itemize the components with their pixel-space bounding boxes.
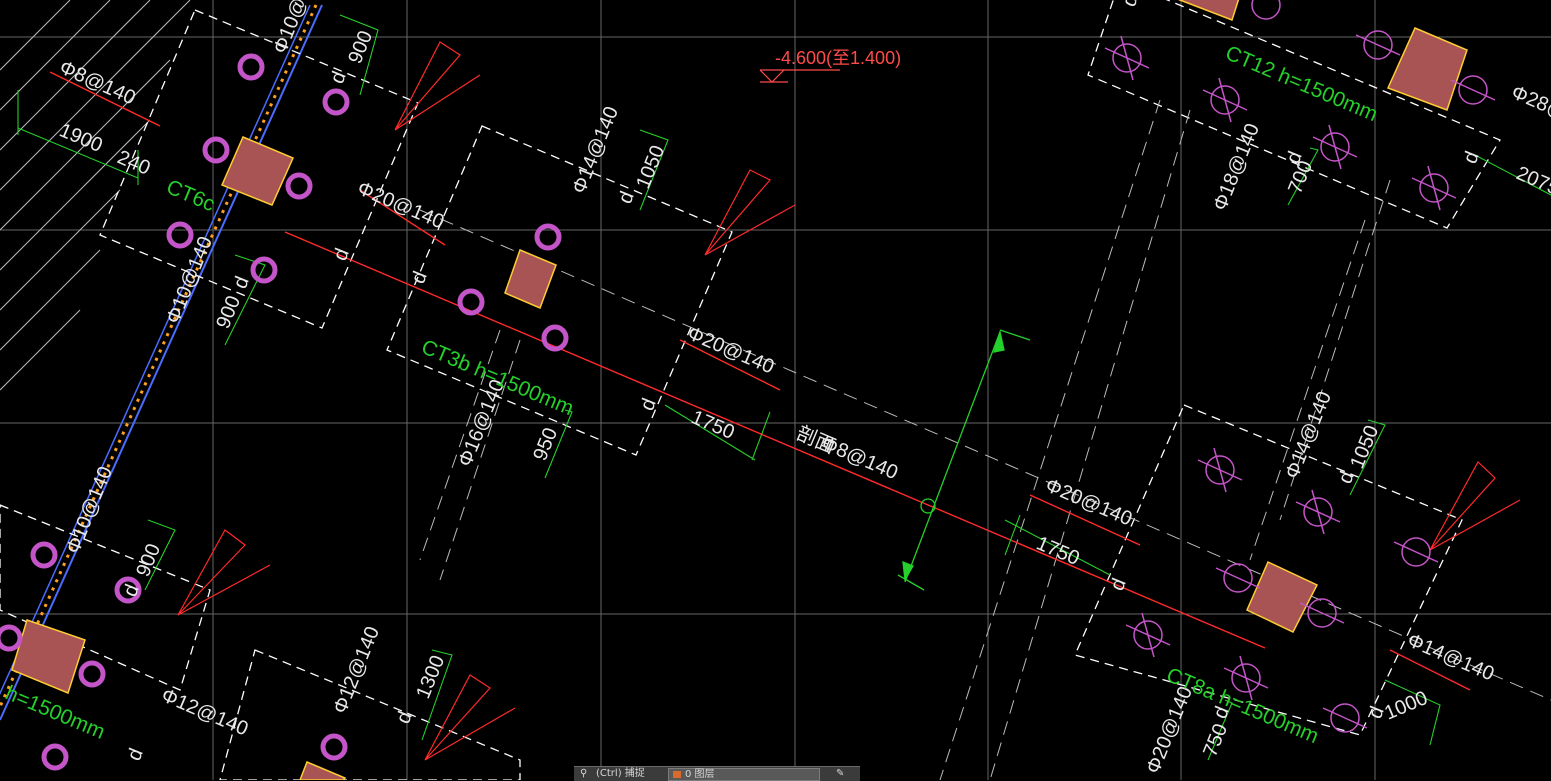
dim-d-14: d [392, 708, 417, 727]
rebar-label-cap8-c: Φ20@140 [1142, 683, 1197, 776]
layer-name: 0 图层 [685, 769, 715, 780]
dim-d-16: d [1118, 0, 1143, 10]
dim-d-6: d [636, 395, 661, 414]
dim-1900: 1900 [56, 119, 106, 157]
elevation-label: -4.600(至1.400) [775, 48, 901, 68]
pile-cap-outlines [0, 0, 1501, 780]
dim-d-10: d [1334, 468, 1359, 487]
dim-d-7: d [1106, 575, 1131, 594]
rebar-label-cap2-a: Φ18@140 [1209, 120, 1264, 213]
rebar-label-cap8-b: Φ14@140 [1281, 388, 1336, 481]
dim-1050-mid: 1050 [632, 142, 669, 192]
pile-caps [11, 0, 1468, 780]
dimension-lines [17, 14, 1551, 761]
hatch-area [0, 0, 191, 391]
cad-drawing-canvas[interactable]: -4.600(至1.400) Φ8@140 Φ10@140 Φ20@140 Φ1… [0, 0, 1551, 780]
dim-900-left: 900 [212, 293, 245, 332]
rebar-label-bottom-b: Φ12@140 [329, 623, 384, 716]
rebar-label-bottom-a: Φ12@140 [158, 684, 251, 740]
rebar-label-cap3-b: Φ20@140 [684, 322, 777, 378]
layer-dropdown[interactable]: 0 图层 [668, 768, 820, 781]
wall-strip [0, 4, 323, 721]
dim-2075: 2075 [1513, 162, 1551, 200]
rebar-label-cap2-b: Φ28@ [1508, 81, 1551, 124]
dim-1750-b: 1750 [1033, 532, 1083, 570]
dim-1050-right: 1050 [1346, 422, 1383, 472]
piles-cross [1104, 0, 1496, 733]
dim-1750-a: 1750 [688, 406, 738, 444]
rebar-label-left-low: Φ10@140 [62, 463, 117, 556]
dim-750: 750 [1199, 721, 1232, 760]
rebar-label-cap3-a: Φ14@140 [568, 103, 623, 196]
dim-1000: 1000 [1381, 687, 1431, 725]
dim-d-15: d [123, 745, 148, 764]
dim-d-4: d [407, 268, 432, 287]
dim-d-9: d [1459, 148, 1484, 167]
cap-label-ct12: CT12 h=1500mm [1222, 41, 1381, 126]
dim-240: 240 [114, 146, 153, 179]
guide-lines [419, 99, 1551, 780]
rebar-label-cap6-b: Φ20@140 [354, 177, 447, 233]
snap-toggle[interactable]: (Ctrl) 捕捉 [596, 768, 645, 780]
dim-d-8: d [1282, 148, 1307, 167]
section-axis [897, 329, 1031, 591]
snap-icon[interactable]: ⚲ [580, 768, 587, 780]
bottom-status-bar: ⚲ (Ctrl) 捕捉 0 图层 ✎ [574, 766, 860, 781]
edit-icon[interactable]: ✎ [836, 768, 844, 780]
elevation-marker [759, 69, 840, 83]
dim-d-2: d [329, 245, 354, 264]
dim-900-top: 900 [344, 28, 377, 67]
rebar-label-cap8-d: Φ14@140 [1404, 629, 1497, 685]
dim-d-3: d [229, 273, 254, 292]
cap-label-left-h: h=1500mm [2, 681, 108, 743]
dim-d-1: d [326, 68, 351, 87]
cap-label-ct6c: CT6c [163, 175, 218, 216]
layer-color-swatch [673, 771, 681, 778]
rebar-label-cap6-c: Φ10@140 [162, 233, 217, 326]
dim-950: 950 [529, 425, 562, 464]
dim-900-low: 900 [132, 541, 165, 580]
